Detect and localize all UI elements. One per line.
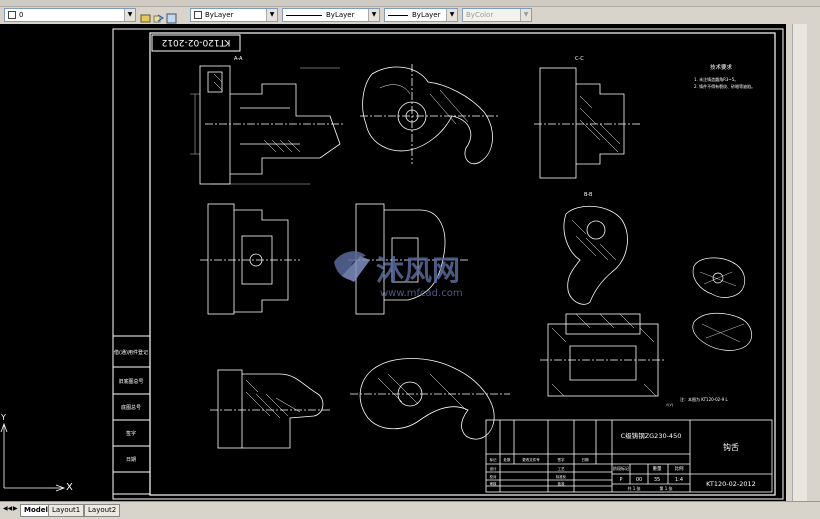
watermark-brand: 沐风网 — [376, 254, 460, 287]
svg-text:更改文件号: 更改文件号 — [522, 457, 540, 462]
layout-tab-bar: ◀◀ ▶ Model Layout1 Layout2 — [0, 501, 820, 519]
color-control-dropdown[interactable]: ByLayer ▼ — [190, 8, 278, 22]
stage-mark: P — [619, 477, 622, 483]
lineweight-swatch — [388, 14, 408, 16]
svg-text:设计: 设计 — [490, 466, 498, 471]
svg-text:B-B: B-B — [584, 192, 593, 198]
chevron-down-icon[interactable]: ▼ — [266, 9, 277, 21]
svg-text:签字: 签字 — [558, 457, 566, 462]
prev-tab-icon[interactable]: ▶ — [13, 505, 18, 512]
layer-dropdown[interactable]: 0 ▼ — [4, 8, 136, 22]
sheet-total: 共 1 张 — [627, 485, 640, 491]
svg-text:X: X — [66, 482, 73, 493]
drawing-code: KT120-02-2012 — [706, 480, 756, 488]
scale-value: 1:4 — [675, 477, 683, 483]
mirrored-code: KT120-02-2012 — [162, 37, 231, 47]
layer-states-button[interactable] — [166, 9, 177, 24]
top-view-hook — [360, 64, 500, 165]
standard-toolbar-strip — [0, 0, 820, 7]
layer-color-swatch — [8, 11, 16, 19]
svg-text:A-A: A-A — [234, 56, 243, 62]
svg-text:C-C: C-C — [575, 56, 584, 62]
vertical-scrollbar[interactable] — [786, 24, 820, 501]
chevron-down-icon[interactable]: ▼ — [520, 9, 531, 21]
svg-text:审核: 审核 — [490, 481, 498, 486]
lineweight-control-dropdown[interactable]: ByLayer ▼ — [384, 8, 458, 22]
section-lower-right: √(√) — [540, 313, 674, 407]
svg-text:处数: 处数 — [504, 457, 512, 462]
drawing-svg: KT120-02-2012 借(通)用件登记 旧底图总号 底图总号 签字 日期 … — [0, 28, 784, 500]
sheet-number: 第 1 张 — [659, 485, 672, 491]
svg-text:√(√): √(√) — [666, 403, 674, 407]
side-label: 底图总号 — [121, 404, 141, 411]
stage-label: 阶段标记 — [613, 465, 629, 471]
chevron-down-icon[interactable]: ▼ — [124, 9, 135, 21]
svg-text:2. 铸件不得有裂纹、砂眼等缺陷。: 2. 铸件不得有裂纹、砂眼等缺陷。 — [694, 83, 755, 89]
properties-toolbar: 0 ▼ ByLayer ▼ ByLayer ▼ ByLayer ▼ ByColo… — [0, 0, 820, 25]
side-register-column: 借(通)用件登记 旧底图总号 底图总号 签字 日期 — [112, 335, 151, 495]
svg-text:日期: 日期 — [582, 457, 590, 462]
drawing-frame — [149, 32, 776, 496]
chevron-down-icon[interactable]: ▼ — [446, 9, 457, 21]
side-label: 旧底图总号 — [118, 378, 143, 385]
svg-text:Y: Y — [0, 413, 6, 422]
chevron-down-icon[interactable]: ▼ — [368, 9, 379, 21]
detail-view-bottom — [692, 312, 753, 351]
linetype-control-dropdown[interactable]: ByLayer ▼ — [282, 8, 380, 22]
tab-layout1[interactable]: Layout1 — [48, 504, 85, 517]
detail-view-top — [692, 257, 746, 298]
stage-mark-2: 00 — [636, 477, 642, 483]
side-label: 签字 — [126, 430, 136, 437]
tab-layout2[interactable]: Layout2 — [84, 504, 121, 517]
scale-label: 比例 — [675, 465, 684, 472]
first-tab-icon[interactable]: ◀◀ — [3, 505, 12, 512]
scrollbar-track[interactable] — [792, 24, 807, 501]
weight-value: 35 — [654, 477, 660, 483]
make-layer-current-button[interactable] — [140, 9, 151, 23]
watermark-url: www.mfcad.com — [380, 288, 463, 299]
drawing-canvas[interactable]: KT120-02-2012 借(通)用件登记 旧底图总号 底图总号 签字 日期 … — [0, 24, 786, 501]
front-view: A-A — [190, 56, 345, 185]
ucs-icon: X Y — [0, 413, 73, 493]
svg-text:校对: 校对 — [490, 474, 498, 479]
section-c-view: C-C — [534, 56, 640, 179]
weight-label: 重量 — [653, 465, 662, 472]
svg-text:工艺: 工艺 — [558, 466, 566, 471]
linetype-swatch — [286, 14, 322, 16]
section-b-view: B-B — [563, 192, 628, 305]
svg-text:标记: 标记 — [490, 457, 498, 462]
material-label: C级铸钢ZG230-450 — [621, 431, 682, 440]
title-block-text: C级铸钢ZG230-450 钩舌 KT120-02-2012 阶段标记 重量 比… — [490, 431, 756, 491]
color-swatch — [194, 11, 202, 19]
svg-text:技术要求: 技术要求 — [710, 63, 733, 71]
part-name: 钩舌 — [723, 442, 739, 452]
drawing-note: 注：本图为 KT120-02-9 L — [680, 396, 728, 402]
layer-previous-button[interactable] — [153, 9, 164, 23]
technical-requirements: 技术要求 1. 未注铸造圆角R3~5。 2. 铸件不得有裂纹、砂眼等缺陷。 — [694, 63, 755, 89]
svg-text:标准化: 标准化 — [556, 474, 567, 479]
side-view-left — [200, 203, 300, 315]
side-label: 日期 — [126, 457, 136, 463]
svg-text:1. 未注铸造圆角R3~5。: 1. 未注铸造圆角R3~5。 — [694, 76, 738, 82]
side-label: 借(通)用件登记 — [114, 349, 148, 356]
svg-text:批准: 批准 — [558, 481, 566, 486]
watermark: 沐风网 www.mfcad.com — [334, 251, 463, 299]
plotstyle-control-dropdown[interactable]: ByColor ▼ — [462, 8, 532, 22]
section-lower-left — [210, 369, 330, 449]
